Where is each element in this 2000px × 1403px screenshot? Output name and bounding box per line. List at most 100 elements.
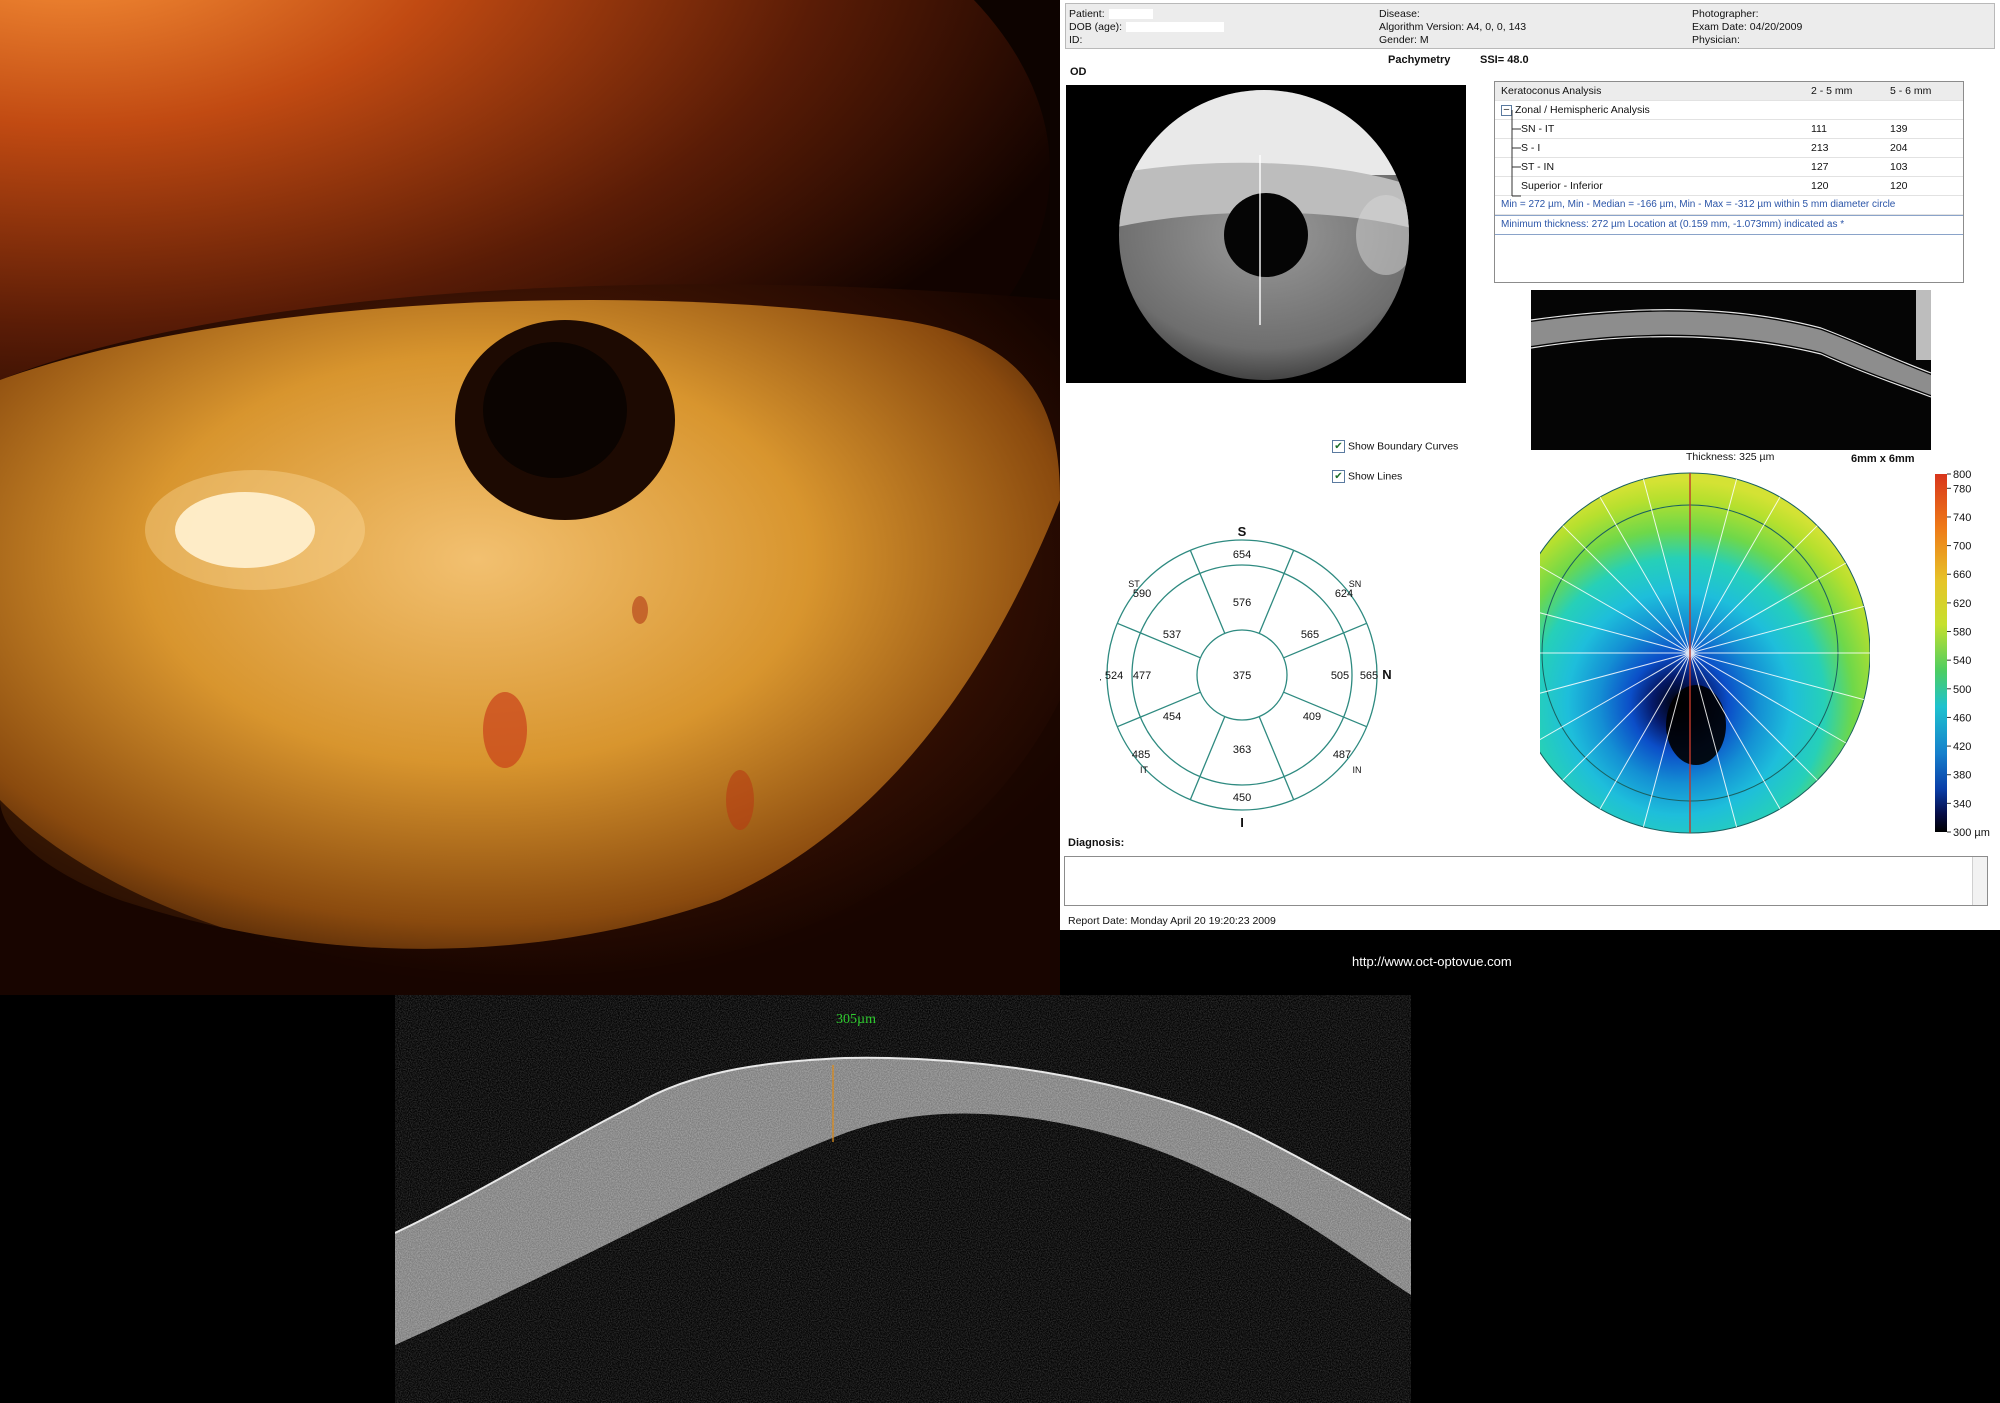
- sector-inner-I: 363: [1233, 744, 1251, 756]
- colorbar-tick-label: 620: [1953, 598, 1971, 610]
- sector-center: 375: [1233, 670, 1251, 682]
- id-label: ID:: [1069, 34, 1083, 46]
- zonal-group-row[interactable]: − Zonal / Hemispheric Analysis: [1495, 101, 1963, 120]
- report-date: Report Date: Monday April 20 19:20:23 20…: [1068, 915, 1276, 927]
- colorbar-tick-label: 300 µm: [1953, 827, 1990, 839]
- sector-inner-N: 505: [1331, 670, 1349, 682]
- exam-date: Exam Date: 04/20/2009: [1692, 21, 1803, 33]
- zonal-group-label: Zonal / Hemispheric Analysis: [1515, 104, 1650, 116]
- colorbar-tick-label: 420: [1953, 741, 1971, 753]
- row-value-5-6mm: 103: [1890, 161, 1908, 173]
- eye-label: OD: [1070, 66, 1087, 78]
- patient-label: Patient:: [1069, 8, 1153, 21]
- table-header-5-6mm: 5 - 6 mm: [1890, 85, 1932, 97]
- row-value-5-6mm: 120: [1890, 180, 1908, 192]
- cross-section-thumbnail: [1531, 290, 1931, 450]
- table-row: ST - IN 127 103: [1495, 158, 1963, 177]
- scan-size: 6mm x 6mm: [1851, 453, 1915, 465]
- direction-T: T: [1100, 676, 1101, 691]
- sector-outer-IT: 485: [1132, 749, 1150, 761]
- checkbox-label: Show Boundary Curves: [1348, 440, 1459, 453]
- direction-N: N: [1382, 667, 1391, 682]
- pachymetry-report: Patient: DOB (age): ID: Disease: Algorit…: [1060, 0, 2000, 930]
- colorbar-tick-label: 700: [1953, 541, 1971, 553]
- sector-outer-SN: 624: [1335, 588, 1353, 600]
- colorbar-tick-label: 660: [1953, 569, 1971, 581]
- show-lines-option[interactable]: ✔ Show Lines: [1332, 470, 1402, 483]
- sector-inner-IT: 454: [1163, 711, 1181, 723]
- colorbar-tick-label: 380: [1953, 770, 1971, 782]
- diagnosis-textarea[interactable]: [1064, 856, 1988, 906]
- diagnosis-scrollbar[interactable]: [1972, 857, 1987, 905]
- ssi-value: SSI= 48.0: [1480, 54, 1529, 66]
- disease-label: Disease:: [1379, 8, 1420, 20]
- table-row: Superior - Inferior 120 120: [1495, 177, 1963, 196]
- diagnosis-label: Diagnosis:: [1068, 837, 1125, 849]
- direction-I: I: [1240, 815, 1244, 830]
- row-label: SN - IT: [1521, 123, 1555, 135]
- algorithm-version: Algorithm Version: A4, 0, 0, 143: [1379, 21, 1527, 33]
- gender: Gender: M: [1379, 34, 1429, 46]
- photographer-label: Photographer:: [1692, 8, 1759, 20]
- physician-label: Physician:: [1692, 34, 1740, 46]
- row-value-5-6mm: 139: [1890, 123, 1908, 135]
- dob-label: DOB (age):: [1069, 21, 1225, 34]
- label-IT: IT: [1140, 765, 1149, 775]
- sector-outer-T: 524: [1105, 670, 1123, 682]
- show-boundary-curves-option[interactable]: ✔ Show Boundary Curves: [1332, 440, 1458, 453]
- colorbar-tick-label: 460: [1953, 712, 1971, 724]
- sector-inner-ST: 537: [1163, 629, 1181, 641]
- table-row: S - I 213 204: [1495, 139, 1963, 158]
- sector-inner-S: 576: [1233, 597, 1251, 609]
- colorbar-tick-label: 340: [1953, 798, 1971, 810]
- row-value-2-5mm: 213: [1811, 142, 1829, 154]
- colorbar-tick-label: 540: [1953, 655, 1971, 667]
- row-label: ST - IN: [1521, 161, 1555, 173]
- sector-inner-IN: 409: [1303, 711, 1321, 723]
- note-text: Min = 272 µm, Min - Median = -166 µm, Mi…: [1501, 199, 1896, 210]
- thickness-measurement: 305µm: [836, 1012, 876, 1027]
- label-ST: ST: [1128, 579, 1140, 589]
- colorbar-tick-label: 800: [1953, 470, 1971, 481]
- thickness-color-map: T N: [1540, 472, 1870, 834]
- sector-outer-S: 654: [1233, 549, 1251, 561]
- table-header-row: Keratoconus Analysis 2 - 5 mm 5 - 6 mm: [1495, 82, 1963, 101]
- colorbar-tick-label: 580: [1953, 627, 1971, 639]
- note-text: Minimum thickness: 272 µm Location at (0…: [1501, 219, 1845, 230]
- sector-outer-N: 565: [1360, 670, 1378, 682]
- sector-outer-I: 450: [1233, 792, 1251, 804]
- report-title: Pachymetry: [1388, 54, 1451, 66]
- row-value-2-5mm: 120: [1811, 180, 1829, 192]
- sector-inner-SN: 565: [1301, 629, 1319, 641]
- checkbox-label: Show Lines: [1348, 470, 1403, 483]
- table-header-title: Keratoconus Analysis: [1501, 85, 1602, 97]
- thickness-label: Thickness: 325 µm: [1686, 451, 1775, 463]
- show-lines-checkbox[interactable]: ✔: [1332, 470, 1345, 483]
- table-header-2-5mm: 2 - 5 mm: [1811, 85, 1853, 97]
- label-IN: IN: [1353, 765, 1362, 775]
- min-location-note: Minimum thickness: 272 µm Location at (0…: [1495, 215, 1963, 235]
- slit-lamp-eye-photo: [0, 0, 1060, 995]
- show-boundary-curves-checkbox[interactable]: ✔: [1332, 440, 1345, 453]
- label-SN: SN: [1349, 579, 1362, 589]
- row-value-2-5mm: 127: [1811, 161, 1829, 173]
- iris-camera-image: [1066, 85, 1466, 383]
- sector-outer-IN: 487: [1333, 749, 1351, 761]
- thickness-colorbar: 800 780 740 700 660 620 580 540 500 460 420 380 340 3…: [1935, 470, 1990, 839]
- sector-inner-T: 477: [1133, 670, 1151, 682]
- keratoconus-analysis-table: Keratoconus Analysis 2 - 5 mm 5 - 6 mm −…: [1494, 81, 1964, 283]
- tree-lines: [1511, 110, 1521, 197]
- row-value-5-6mm: 204: [1890, 142, 1908, 154]
- direction-S: S: [1238, 524, 1247, 539]
- pachymetry-sector-map: 375 576 565 505 409 363 454 477 537 654 …: [1100, 524, 1392, 830]
- sector-outer-ST: 590: [1133, 588, 1151, 600]
- footer-url[interactable]: http://www.oct-optovue.com: [1352, 954, 1512, 969]
- min-thickness-note: Min = 272 µm, Min - Median = -166 µm, Mi…: [1495, 196, 1963, 215]
- colorbar-tick-label: 500: [1953, 684, 1971, 696]
- report-header: Patient: DOB (age): ID: Disease: Algorit…: [1065, 3, 1995, 49]
- row-label: Superior - Inferior: [1521, 180, 1603, 192]
- colorbar-tick-label: 740: [1953, 512, 1971, 524]
- table-row: SN - IT 111 139: [1495, 120, 1963, 139]
- colorbar-tick-label: 780: [1953, 483, 1971, 495]
- oct-bscan-image: 305µm: [395, 995, 1411, 1403]
